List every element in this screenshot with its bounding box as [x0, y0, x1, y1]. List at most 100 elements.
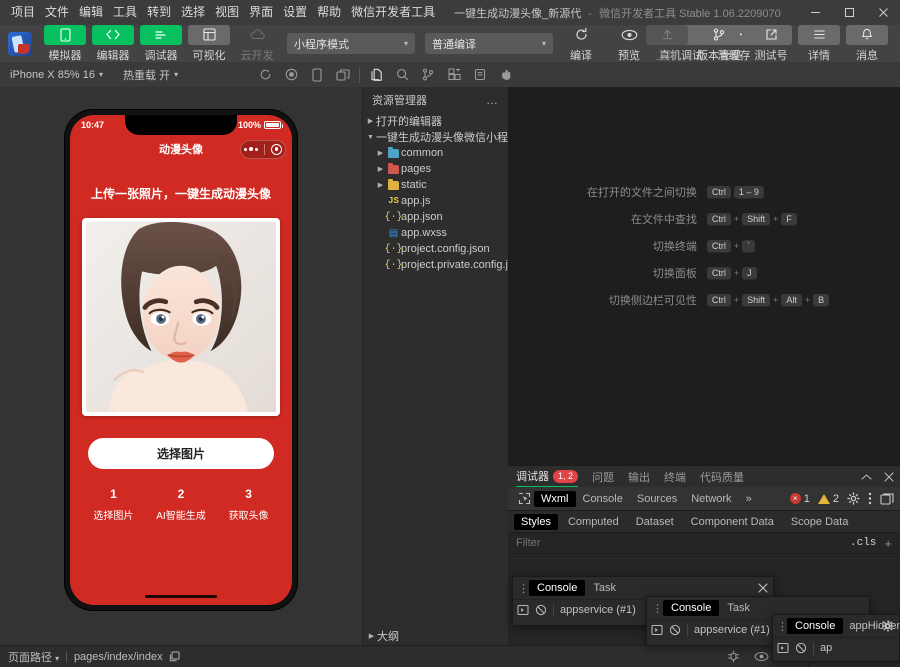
- console-context-select[interactable]: appservice (#1): [694, 624, 770, 636]
- tab-problems[interactable]: 问题: [592, 466, 614, 487]
- console-tab[interactable]: Console: [663, 600, 720, 616]
- tree-item-project-private-config[interactable]: {·} project.private.config.js...: [363, 257, 523, 273]
- cloud-hand-icon[interactable]: [493, 62, 519, 87]
- close-icon[interactable]: [758, 583, 768, 593]
- cls-button[interactable]: .cls: [850, 537, 876, 549]
- styles-tab-dataset[interactable]: Dataset: [629, 514, 681, 530]
- tree-item-common[interactable]: ▶ common: [363, 145, 508, 161]
- task-tab[interactable]: Task: [719, 600, 758, 616]
- inspect-element-icon[interactable]: [514, 489, 534, 509]
- tab-output[interactable]: 输出: [628, 466, 650, 487]
- gear-icon[interactable]: [882, 620, 894, 632]
- console-context-select[interactable]: ap: [820, 642, 832, 654]
- section-project-root[interactable]: ▼ 一键生成动漫头像微信小程序: [363, 129, 519, 145]
- editor-toggle-button[interactable]: 编辑器: [90, 24, 136, 63]
- console-tab[interactable]: Console: [529, 580, 586, 596]
- cloud-dev-button[interactable]: 云开发: [234, 25, 280, 63]
- tree-item-project-config[interactable]: {·} project.config.json: [363, 241, 508, 257]
- task-tab[interactable]: Task: [585, 580, 624, 596]
- close-circle-icon[interactable]: [270, 143, 282, 155]
- tab-code-quality[interactable]: 代码质量: [700, 466, 744, 487]
- tree-item-app-wxss[interactable]: ▤ app.wxss: [363, 225, 508, 241]
- test-account-button[interactable]: 测试号: [748, 24, 794, 63]
- devtools-tab-console[interactable]: Console: [576, 491, 630, 507]
- simulator-toggle-button[interactable]: 模拟器: [42, 24, 88, 63]
- close-button[interactable]: [866, 0, 900, 25]
- drag-handle-icon[interactable]: ⋮: [777, 620, 788, 633]
- upload-button[interactable]: 上传: [644, 24, 690, 63]
- messages-button[interactable]: 消息: [844, 24, 890, 63]
- compile-button[interactable]: 编译: [558, 25, 604, 63]
- pick-image-button[interactable]: 选择图片: [88, 438, 274, 469]
- tree-item-app-json[interactable]: {·} app.json: [363, 209, 508, 225]
- close-icon[interactable]: [884, 471, 894, 482]
- maximize-button[interactable]: [832, 0, 866, 25]
- styles-tab-computed[interactable]: Computed: [561, 514, 626, 530]
- console-tab[interactable]: Console: [787, 618, 844, 634]
- search-icon[interactable]: [389, 62, 415, 87]
- menu-item-project[interactable]: 项目: [6, 0, 40, 25]
- rotate-icon[interactable]: [252, 62, 278, 87]
- device-icon[interactable]: [304, 62, 330, 87]
- devtools-tab-wxml[interactable]: Wxml: [534, 490, 576, 507]
- gear-icon[interactable]: [847, 492, 860, 505]
- menu-item-settings[interactable]: 设置: [278, 0, 312, 25]
- dock-icon[interactable]: [880, 492, 894, 505]
- menu-item-help[interactable]: 帮助: [312, 0, 346, 25]
- mode-select[interactable]: 小程序模式 ▾: [287, 33, 415, 54]
- hot-reload-select[interactable]: 热重载 开 ▾: [113, 67, 188, 83]
- device-select[interactable]: iPhone X 85% 16 ▾: [0, 69, 113, 81]
- more-icon[interactable]: …: [486, 93, 499, 107]
- debugger-toggle-button[interactable]: 调试器: [138, 24, 184, 63]
- add-style-rule-button[interactable]: +: [884, 536, 892, 551]
- more-dots-icon[interactable]: [244, 147, 259, 151]
- files-icon[interactable]: [363, 62, 389, 87]
- console-context-select[interactable]: appservice (#1): [560, 604, 636, 616]
- tree-item-static[interactable]: ▶ static: [363, 177, 508, 193]
- drag-handle-icon[interactable]: ⋮: [517, 582, 529, 595]
- record-icon[interactable]: [278, 62, 304, 87]
- outline-section[interactable]: ▶ 大纲: [363, 626, 508, 645]
- menu-item-tools[interactable]: 工具: [108, 0, 142, 25]
- tab-debugger[interactable]: 调试器 1, 2: [516, 466, 579, 487]
- clear-console-icon[interactable]: [535, 604, 547, 616]
- tab-terminal[interactable]: 终端: [664, 466, 686, 487]
- chevron-up-icon[interactable]: [861, 473, 872, 481]
- execution-context-icon[interactable]: [517, 604, 529, 616]
- clear-console-icon[interactable]: [795, 642, 807, 654]
- tree-item-pages[interactable]: ▶ pages: [363, 161, 508, 177]
- styles-tab-component-data[interactable]: Component Data: [684, 514, 781, 530]
- styles-filter-input[interactable]: [516, 537, 850, 549]
- menu-item-interface[interactable]: 界面: [244, 0, 278, 25]
- copy-icon[interactable]: [169, 651, 180, 662]
- visualizer-toggle-button[interactable]: 可视化: [186, 24, 232, 63]
- extensions-icon[interactable]: [441, 62, 467, 87]
- compile-select[interactable]: 普通编译 ▾: [425, 33, 553, 54]
- tree-item-app-js[interactable]: JS app.js: [363, 193, 508, 209]
- menu-item-file[interactable]: 文件: [40, 0, 74, 25]
- minimize-button[interactable]: [798, 0, 832, 25]
- section-open-editors[interactable]: ▶ 打开的编辑器: [363, 113, 508, 129]
- clear-console-icon[interactable]: [669, 624, 681, 636]
- menu-item-goto[interactable]: 转到: [142, 0, 176, 25]
- menu-item-select[interactable]: 选择: [176, 0, 210, 25]
- details-button[interactable]: 详情: [796, 24, 842, 63]
- page-path-select[interactable]: 页面路径 ▾: [8, 649, 59, 665]
- eye-icon[interactable]: [754, 651, 769, 662]
- bug-icon[interactable]: [727, 650, 740, 663]
- menu-item-view[interactable]: 视图: [210, 0, 244, 25]
- capsule-button[interactable]: [240, 139, 286, 159]
- kebab-menu-icon[interactable]: [868, 492, 872, 505]
- warning-count[interactable]: 2: [817, 493, 839, 505]
- devtools-tab-sources[interactable]: Sources: [630, 491, 684, 507]
- snippet-icon[interactable]: [467, 62, 493, 87]
- devtools-tab-network[interactable]: Network: [684, 491, 738, 507]
- menu-item-devtools[interactable]: 微信开发者工具: [346, 0, 440, 25]
- execution-context-icon[interactable]: [777, 642, 789, 654]
- split-icon[interactable]: [330, 62, 356, 87]
- version-control-button[interactable]: 版本管理: [692, 24, 746, 63]
- execution-context-icon[interactable]: [651, 624, 663, 636]
- devtools-tab-more[interactable]: »: [739, 491, 759, 507]
- menu-item-edit[interactable]: 编辑: [74, 0, 108, 25]
- drag-handle-icon[interactable]: ⋮: [651, 602, 663, 615]
